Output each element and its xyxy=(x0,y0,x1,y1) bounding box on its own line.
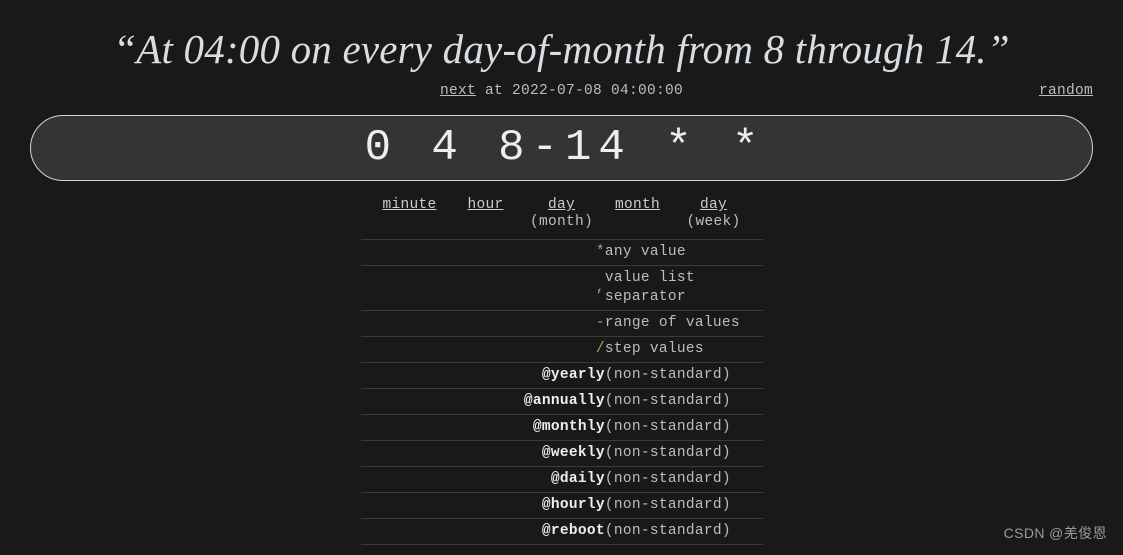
symbol-cell: / xyxy=(360,336,605,364)
description-cell: (non-standard) xyxy=(604,362,763,390)
table-row: @reboot (non-standard) xyxy=(360,518,763,546)
random-link[interactable]: random xyxy=(1039,83,1093,99)
table-row: @weekly (non-standard) xyxy=(360,440,763,468)
table-row: * any value xyxy=(360,239,763,267)
field-label[interactable]: day xyxy=(700,197,727,213)
field-header-minute[interactable]: minute xyxy=(372,197,448,231)
table-row: , value list separator xyxy=(360,265,763,312)
symbol-cell: @daily xyxy=(360,466,605,494)
symbol-cell: @hourly xyxy=(360,492,605,520)
cron-reference-table: * any value , value list separator - ran… xyxy=(360,239,763,546)
cron-input-container: 0 4 8-14 * * xyxy=(0,115,1123,182)
symbol-cell: @weekly xyxy=(360,440,605,468)
table-row: - range of values xyxy=(360,310,763,338)
field-sublabel: (week) xyxy=(686,214,741,231)
table-row: / step values xyxy=(360,336,763,364)
description-cell: (non-standard) xyxy=(604,414,763,442)
field-header-day-of-month[interactable]: day (month) xyxy=(524,197,600,231)
table-body: * any value , value list separator - ran… xyxy=(360,239,763,546)
next-run-line: next at 2022-07-08 04:00:00 random xyxy=(0,83,1123,109)
cron-expression-value: 0 4 8-14 * * xyxy=(364,123,766,174)
description-cell: step values xyxy=(604,336,763,364)
watermark: CSDN @羌俊恩 xyxy=(1003,525,1107,541)
page-title: “At 04:00 on every day-of-month from 8 t… xyxy=(113,26,1010,72)
symbol-cell: - xyxy=(360,310,605,338)
symbol-cell: @annually xyxy=(360,388,605,416)
description-cell: range of values xyxy=(604,310,763,338)
field-label[interactable]: day xyxy=(548,197,575,213)
field-label[interactable]: month xyxy=(615,197,660,213)
symbol-cell: * xyxy=(360,239,605,267)
next-link[interactable]: next xyxy=(440,83,476,99)
table-row: @daily (non-standard) xyxy=(360,466,763,494)
description-cell: (non-standard) xyxy=(604,388,763,416)
cron-field-headers: minute hour day (month) month day (week) xyxy=(0,197,1123,231)
symbol-cell: @monthly xyxy=(360,414,605,442)
description-cell: (non-standard) xyxy=(604,518,763,546)
field-label[interactable]: hour xyxy=(467,197,503,213)
table-row: @yearly (non-standard) xyxy=(360,362,763,390)
field-header-day-of-week[interactable]: day (week) xyxy=(676,197,752,231)
field-header-month[interactable]: month xyxy=(600,197,676,231)
table-row: @monthly (non-standard) xyxy=(360,414,763,442)
description-cell: (non-standard) xyxy=(604,492,763,520)
table-row: @hourly (non-standard) xyxy=(360,492,763,520)
field-sublabel: (month) xyxy=(529,214,593,231)
description-cell: (non-standard) xyxy=(604,466,763,494)
description-cell: value list separator xyxy=(604,265,763,312)
description-cell: any value xyxy=(604,239,763,267)
next-run-text: next at 2022-07-08 04:00:00 xyxy=(0,83,1123,99)
symbol-cell: @reboot xyxy=(360,518,605,546)
table-row: @annually (non-standard) xyxy=(360,388,763,416)
symbol-cell: , xyxy=(360,265,605,312)
cron-reference-table-container: * any value , value list separator - ran… xyxy=(0,239,1123,546)
symbol-cell: @yearly xyxy=(360,362,605,390)
description-cell: (non-standard) xyxy=(604,440,763,468)
next-run-timestamp: at 2022-07-08 04:00:00 xyxy=(475,83,684,100)
cron-expression-page: “At 04:00 on every day-of-month from 8 t… xyxy=(0,0,1123,555)
cron-expression-input[interactable]: 0 4 8-14 * * xyxy=(30,115,1093,182)
field-label[interactable]: minute xyxy=(382,197,436,213)
field-header-hour[interactable]: hour xyxy=(448,197,524,231)
